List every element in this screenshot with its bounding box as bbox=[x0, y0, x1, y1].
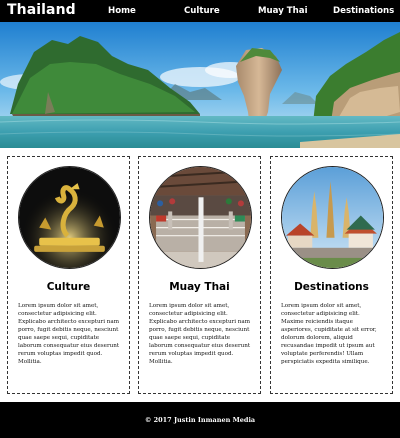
top-navigation-bar: Thailand Home Culture Muay Thai Destinat… bbox=[0, 0, 400, 22]
card-description: Lorem ipsum dolor sit amet, consectetur … bbox=[18, 303, 120, 365]
footer-copyright: © 2017 Justin Inmanen Media bbox=[144, 416, 256, 424]
card-muay-thai: Muay Thai Lorem ipsum dolor sit amet, co… bbox=[138, 156, 261, 394]
card-title: Destinations bbox=[294, 281, 369, 293]
card-destinations: Destinations Lorem ipsum dolor sit amet,… bbox=[270, 156, 393, 394]
card-title: Culture bbox=[46, 281, 91, 293]
nav-link-muay-thai[interactable]: Muay Thai bbox=[258, 0, 308, 22]
card-description: Lorem ipsum dolor sit amet, consectetur … bbox=[149, 303, 251, 365]
nav-link-destinations[interactable]: Destinations bbox=[333, 0, 394, 22]
card-description: Lorem ipsum dolor sit amet, consectetur … bbox=[281, 303, 377, 365]
nav-link-culture[interactable]: Culture bbox=[184, 0, 220, 22]
destinations-image bbox=[281, 166, 384, 269]
hero-image bbox=[0, 22, 400, 148]
footer: © 2017 Justin Inmanen Media bbox=[0, 402, 400, 438]
culture-image bbox=[18, 166, 121, 269]
nav-link-home[interactable]: Home bbox=[108, 0, 136, 22]
site-title[interactable]: Thailand bbox=[7, 0, 76, 22]
card-culture: Culture Lorem ipsum dolor sit amet, cons… bbox=[7, 156, 130, 394]
muay-thai-image bbox=[149, 166, 252, 269]
card-title: Muay Thai bbox=[169, 281, 230, 293]
